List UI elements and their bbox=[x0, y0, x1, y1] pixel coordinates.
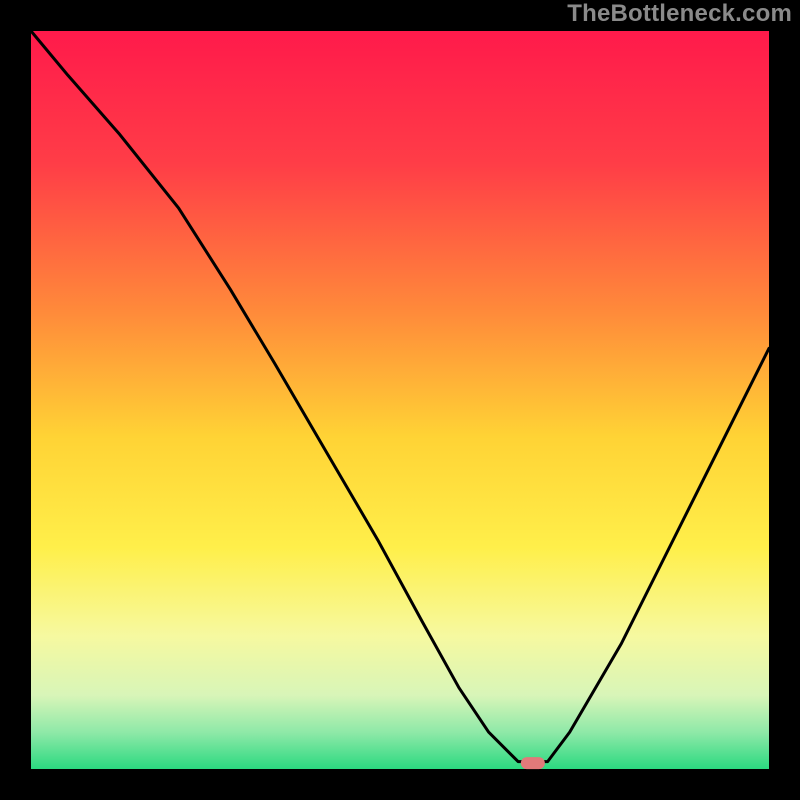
chart-container: TheBottleneck.com bbox=[0, 0, 800, 800]
plot-background bbox=[31, 31, 769, 769]
bottleneck-chart bbox=[0, 0, 800, 800]
optimal-marker bbox=[521, 757, 545, 769]
watermark-text: TheBottleneck.com bbox=[567, 0, 792, 28]
